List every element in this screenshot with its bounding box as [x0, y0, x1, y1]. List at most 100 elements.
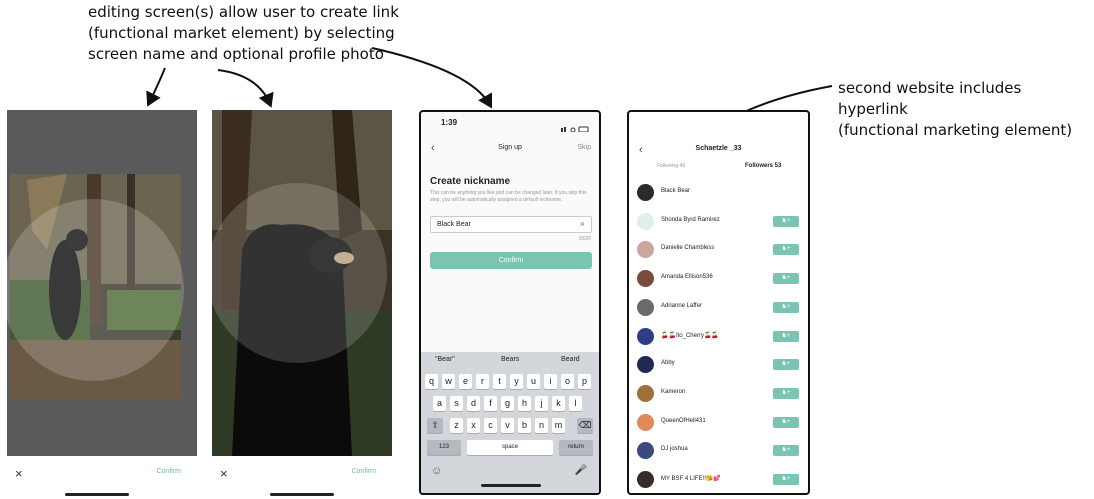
follower-name[interactable]: Adrianne Laffer [661, 303, 702, 309]
key[interactable]: i [544, 374, 557, 389]
close-icon[interactable]: × [15, 466, 23, 481]
follow-button[interactable]: ♞+ [773, 244, 799, 256]
key[interactable]: g [501, 396, 514, 411]
close-icon[interactable]: × [220, 466, 228, 481]
follower-row[interactable]: MY BSF 4 LIFE!!😘💕 ♞+ [629, 467, 808, 493]
key[interactable]: m [552, 418, 565, 433]
follower-name[interactable]: DJ joshua [661, 446, 688, 452]
bear-photo [7, 110, 197, 456]
nickname-description: This can be anything you like and can be… [430, 190, 587, 203]
follower-name[interactable]: Shonda Byrd Ramirez [661, 217, 720, 223]
follower-row[interactable]: 🍒🍒Ito_Cherry🍒🍒 ♞+ [629, 324, 808, 352]
follow-button[interactable]: ♞+ [773, 387, 799, 399]
follow-button[interactable]: ♞+ [773, 416, 799, 428]
nickname-heading: Create nickname [430, 176, 511, 187]
avatar[interactable] [637, 241, 654, 259]
avatar[interactable] [637, 298, 654, 316]
follow-button[interactable]: ♞+ [773, 215, 799, 227]
suggestion[interactable]: Beard [561, 356, 580, 363]
follow-button[interactable]: ♞+ [773, 330, 799, 342]
followers-tab[interactable]: Followers 53 [745, 163, 781, 169]
key[interactable]: v [501, 418, 514, 433]
suggestion[interactable]: Bears [501, 356, 519, 363]
key[interactable]: j [535, 396, 548, 411]
person-plus-icon: ♞+ [781, 246, 791, 253]
key[interactable]: o [561, 374, 574, 389]
key[interactable]: c [484, 418, 497, 433]
key[interactable]: k [552, 396, 565, 411]
avatar[interactable] [637, 471, 654, 488]
follower-row[interactable]: DJ joshua ♞+ [629, 438, 808, 466]
key[interactable]: b [518, 418, 531, 433]
follow-button[interactable]: ♞+ [773, 301, 799, 313]
follow-button[interactable]: ♞+ [773, 359, 799, 371]
key[interactable]: a [433, 396, 446, 411]
confirm-button[interactable]: Confirm [430, 252, 592, 269]
return-key[interactable]: return [559, 440, 593, 455]
space-key[interactable]: space [467, 440, 553, 455]
follower-row[interactable]: Shonda Byrd Ramirez ♞+ [629, 209, 808, 237]
key[interactable]: u [527, 374, 540, 389]
follower-row[interactable]: Amanda Ellison536 ♞+ [629, 266, 808, 294]
follower-name[interactable]: MY BSF 4 LIFE!!😘💕 [661, 475, 721, 482]
annotation-line: screen name and optional profile photo [88, 45, 384, 63]
confirm-button[interactable]: Confirm [351, 468, 376, 475]
clear-icon[interactable]: × [580, 219, 585, 229]
follower-name[interactable]: QueenOfHell431 [661, 418, 706, 424]
follower-name[interactable]: Kameron [661, 389, 685, 395]
follow-button[interactable]: ♞+ [773, 474, 799, 485]
follower-row[interactable]: QueenOfHell431 ♞+ [629, 410, 808, 438]
key[interactable]: q [425, 374, 438, 389]
key[interactable]: s [450, 396, 463, 411]
avatar[interactable] [637, 413, 654, 431]
avatar[interactable] [637, 212, 654, 230]
numbers-key[interactable]: 123 [427, 440, 461, 455]
follow-button[interactable]: ♞+ [773, 445, 799, 457]
avatar[interactable] [637, 384, 654, 402]
following-tab[interactable]: Following 49 [657, 163, 685, 169]
key[interactable]: p [578, 374, 591, 389]
home-indicator [270, 493, 334, 496]
key[interactable]: t [493, 374, 506, 389]
follower-row[interactable]: Abby ♞+ [629, 352, 808, 380]
follower-name[interactable]: 🍒🍒Ito_Cherry🍒🍒 [661, 332, 719, 339]
skip-button[interactable]: Skip [577, 144, 591, 151]
emoji-icon[interactable]: ☺ [431, 465, 442, 477]
key[interactable]: n [535, 418, 548, 433]
home-indicator [65, 493, 129, 496]
shift-key[interactable]: ⇧ [427, 418, 443, 433]
suggestion[interactable]: "Bear" [435, 356, 455, 363]
follower-name[interactable]: Danielle Chambless [661, 245, 714, 251]
key[interactable]: w [442, 374, 455, 389]
signup-nickname-screen: 1:39 ‹ Sign up Skip Create nickname This… [419, 110, 601, 495]
person-plus-icon: ♞+ [781, 303, 791, 310]
key[interactable]: z [450, 418, 463, 433]
microphone-icon[interactable]: 🎤 [575, 465, 587, 476]
person-plus-icon: ♞+ [781, 217, 791, 224]
avatar[interactable] [637, 270, 654, 288]
nickname-input[interactable]: Black Bear × [430, 216, 592, 233]
follower-row[interactable]: Adrianne Laffer ♞+ [629, 295, 808, 323]
follow-button[interactable]: ♞+ [773, 273, 799, 285]
avatar[interactable] [637, 356, 654, 374]
follower-name[interactable]: Black Bear [661, 188, 690, 194]
key[interactable]: d [467, 396, 480, 411]
key[interactable]: y [510, 374, 523, 389]
key[interactable]: h [518, 396, 531, 411]
photo-crop-screen-2: × Confirm [212, 110, 392, 496]
avatar[interactable] [637, 327, 654, 345]
delete-key[interactable]: ⌫ [577, 418, 593, 433]
confirm-button[interactable]: Confirm [156, 468, 181, 475]
follower-name[interactable]: Abby [661, 360, 675, 366]
key[interactable]: x [467, 418, 480, 433]
key[interactable]: l [569, 396, 582, 411]
follower-row[interactable]: Danielle Chambless ♞+ [629, 237, 808, 265]
avatar[interactable] [637, 184, 654, 201]
follower-name[interactable]: Amanda Ellison536 [661, 274, 713, 280]
follower-row[interactable]: Kameron ♞+ [629, 381, 808, 409]
avatar[interactable] [637, 442, 654, 460]
key[interactable]: r [476, 374, 489, 389]
key[interactable]: f [484, 396, 497, 411]
key[interactable]: e [459, 374, 472, 389]
follower-row[interactable]: Black Bear [629, 180, 808, 208]
